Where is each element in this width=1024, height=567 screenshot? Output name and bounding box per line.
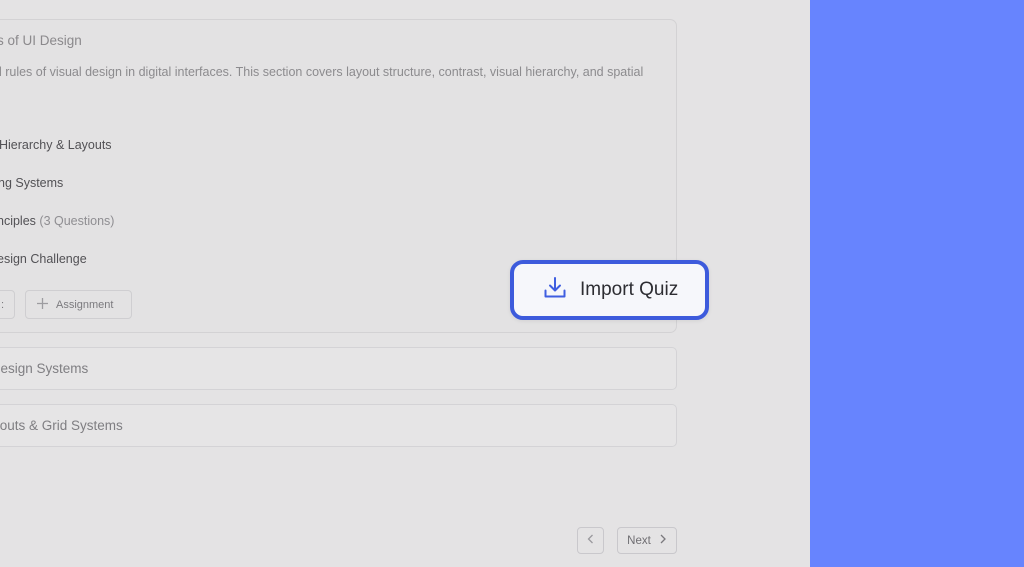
topic-title: Layouts & Grid Systems xyxy=(0,418,123,433)
screen: ls of UI Design al rules of visual desig… xyxy=(0,0,1024,567)
chevron-right-icon xyxy=(659,533,667,548)
topic-description: al rules of visual design in digital int… xyxy=(0,65,644,79)
topic-title: ls of UI Design xyxy=(0,33,82,48)
lesson-label: Hierarchy & Layouts xyxy=(0,138,112,152)
add-quiz-label: : xyxy=(0,298,4,311)
chevron-left-icon xyxy=(586,533,596,548)
plus-icon xyxy=(36,297,49,313)
question-count: (3 Questions) xyxy=(39,214,115,228)
download-icon xyxy=(542,275,568,306)
add-quiz-button[interactable]: : xyxy=(0,290,15,319)
topic-title: & Design Systems xyxy=(0,361,89,376)
topic-card-collapsed[interactable]: & Design Systems xyxy=(0,347,677,390)
next-page-button[interactable]: Next xyxy=(617,527,677,554)
lesson-label: ng Systems xyxy=(0,176,64,190)
topic-card-collapsed[interactable]: Layouts & Grid Systems xyxy=(0,404,677,447)
next-label: Next xyxy=(627,534,651,547)
quiz-label: nciples xyxy=(0,214,36,228)
add-assignment-button[interactable]: Assignment xyxy=(25,290,132,319)
accent-side-panel xyxy=(810,0,1024,567)
add-assignment-label: Assignment xyxy=(56,298,114,311)
assignment-label: esign Challenge xyxy=(0,252,87,266)
course-builder-area: ls of UI Design al rules of visual desig… xyxy=(0,0,810,567)
quiz-item[interactable]: nciples (3 Questions) xyxy=(0,214,114,228)
import-quiz-label: Import Quiz xyxy=(580,279,679,300)
assignment-item[interactable]: esign Challenge xyxy=(0,252,87,266)
import-quiz-button[interactable]: Import Quiz xyxy=(510,260,709,320)
previous-page-button[interactable] xyxy=(577,527,604,554)
lesson-item[interactable]: ng Systems xyxy=(0,176,63,190)
lesson-item[interactable]: Hierarchy & Layouts xyxy=(0,138,112,152)
